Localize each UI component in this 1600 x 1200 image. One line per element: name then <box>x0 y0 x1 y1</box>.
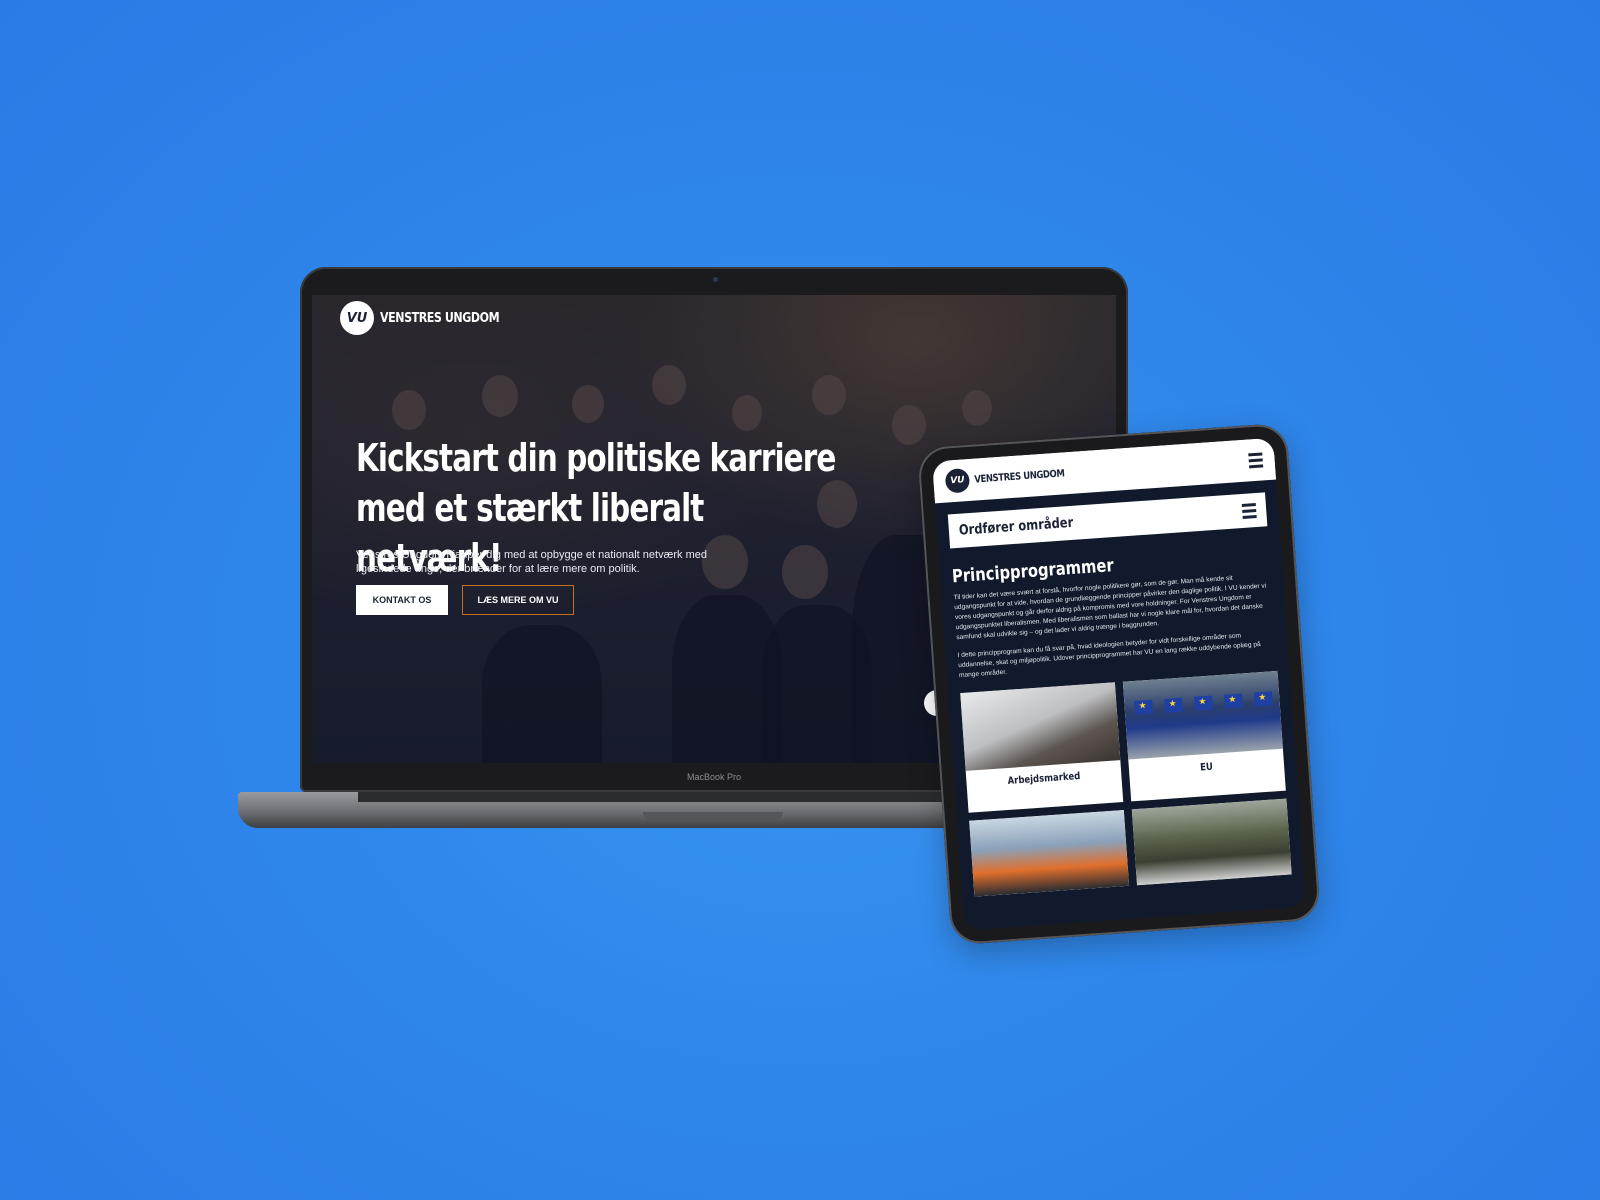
topic-card-4[interactable] <box>1131 798 1292 886</box>
content-section: Principprogrammer Til tider kan det være… <box>938 525 1288 682</box>
construction-workers-photo <box>969 809 1130 897</box>
topic-card-3[interactable] <box>969 809 1130 897</box>
submenu-icon[interactable] <box>1241 502 1257 519</box>
hamburger-menu-icon[interactable] <box>1248 451 1264 468</box>
contact-button[interactable]: KONTAKT OS <box>356 585 448 615</box>
tablet-site-logo[interactable]: VU VENSTRES UNGDOM <box>944 460 1081 494</box>
soldiers-marching-photo <box>1131 798 1292 886</box>
topic-grid: Arbejdsmarked EU <box>948 666 1304 897</box>
laptop-work-photo <box>960 682 1121 771</box>
lid-notch <box>643 812 783 820</box>
vu-logo-mark: VU <box>944 467 971 494</box>
tablet-header: VU VENSTRES UNGDOM <box>932 437 1277 504</box>
site-logo[interactable]: VU VENSTRES UNGDOM <box>340 301 520 335</box>
tablet-device: VU VENSTRES UNGDOM Ordfører områder Prin… <box>917 422 1321 946</box>
area-menu-title: Ordfører områder <box>958 514 1074 539</box>
topic-card-eu[interactable]: EU <box>1122 670 1286 802</box>
topic-card-arbejdsmarked[interactable]: Arbejdsmarked <box>960 682 1124 813</box>
laptop-camera <box>713 277 718 282</box>
topic-card-label: EU <box>1199 761 1214 774</box>
hero-subtitle: Venstres Ungdom hjælper dig med at opbyg… <box>356 549 707 575</box>
tablet-screen: VU VENSTRES UNGDOM Ordfører områder Prin… <box>932 437 1306 931</box>
logo-text: VENSTRES UNGDOM <box>380 310 500 326</box>
read-more-button[interactable]: LÆS MERE OM VU <box>462 585 574 615</box>
eu-flags-photo <box>1122 670 1283 760</box>
logo-text: VENSTRES UNGDOM <box>974 467 1065 486</box>
topic-card-label: Arbejdsmarked <box>1007 770 1081 787</box>
vu-logo-mark: VU <box>340 301 374 335</box>
